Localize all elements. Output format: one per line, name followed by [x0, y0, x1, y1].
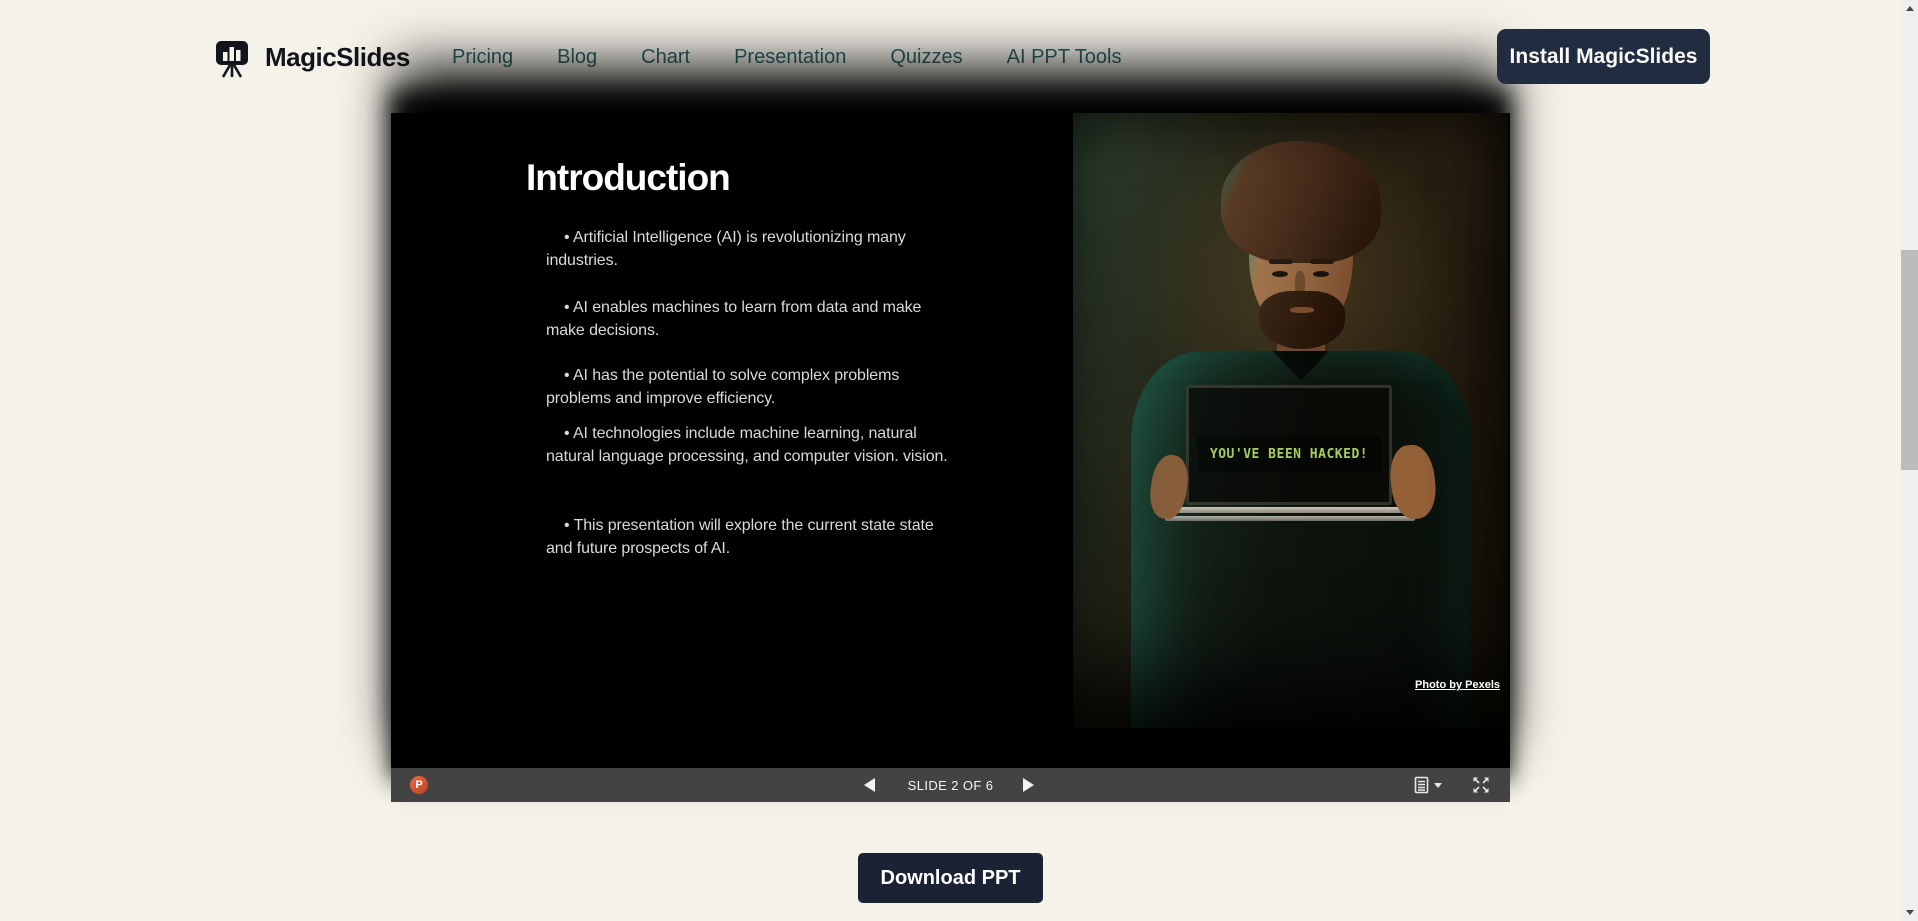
scroll-down-arrow[interactable] — [1901, 904, 1918, 921]
chevron-down-icon — [1434, 782, 1442, 788]
slide-menu-button[interactable] — [1414, 776, 1442, 794]
slide-canvas: Introduction Artificial Intelligence (AI… — [391, 113, 1510, 768]
photo-credit-link[interactable]: Photo by Pexels — [1415, 679, 1500, 691]
slide-bullet: This presentation will explore the curre… — [546, 514, 958, 560]
up-triangle-icon — [1905, 6, 1914, 11]
person-mouth — [1290, 307, 1314, 313]
person-eye — [1313, 271, 1329, 277]
person-eyebrow — [1310, 259, 1334, 264]
left-arrow-icon — [863, 778, 875, 792]
person-hair — [1221, 141, 1381, 263]
nav-pricing[interactable]: Pricing — [452, 46, 513, 69]
slide-list-icon — [1414, 776, 1429, 794]
next-slide-button[interactable] — [1023, 777, 1037, 793]
slide-text-block: Introduction Artificial Intelligence (AI… — [526, 157, 971, 560]
slide-status: SLIDE 2 OF 6 — [907, 777, 994, 793]
player-controls: P SLIDE 2 OF 6 — [391, 768, 1510, 802]
slide-photo-hacker: YOU'VE BEEN HACKED! Photo by Pexels — [1073, 113, 1508, 728]
nav-chart[interactable]: Chart — [641, 46, 690, 69]
hacked-message: YOU'VE BEEN HACKED! — [1209, 446, 1369, 462]
brand-logo[interactable]: MagicSlides — [213, 0, 410, 115]
magicslides-logo-icon — [216, 40, 248, 78]
nav-quizzes[interactable]: Quizzes — [890, 46, 962, 69]
nav-blog[interactable]: Blog — [557, 46, 597, 69]
nav-presentation[interactable]: Presentation — [734, 46, 846, 69]
slide-bullet: AI technologies include machine learning… — [546, 422, 958, 468]
laptop-screen: YOU'VE BEEN HACKED! — [1186, 385, 1392, 505]
download-ppt-button[interactable]: Download PPT — [858, 853, 1043, 903]
hacked-message-bar: YOU'VE BEEN HACKED! — [1197, 436, 1381, 472]
person-beard — [1259, 291, 1345, 349]
slide-nav-group: SLIDE 2 OF 6 — [391, 768, 1510, 802]
nav-ai-ppt-tools[interactable]: AI PPT Tools — [1007, 46, 1122, 69]
person-eyebrow — [1269, 259, 1293, 264]
slide-player: Introduction Artificial Intelligence (AI… — [391, 113, 1510, 802]
page-scrollbar[interactable] — [1901, 0, 1918, 921]
slide-bullet: AI has the potential to solve complex pr… — [546, 364, 958, 410]
brand-name: MagicSlides — [265, 42, 410, 72]
laptop-base — [1173, 507, 1408, 513]
main-nav: Pricing Blog Chart Presentation Quizzes … — [452, 0, 1122, 115]
install-magicslides-button[interactable]: Install MagicSlides — [1497, 29, 1710, 84]
scrollbar-thumb[interactable] — [1901, 250, 1918, 470]
laptop-base — [1165, 516, 1415, 521]
person-eye — [1272, 271, 1288, 277]
slide-bullet: Artificial Intelligence (AI) is revoluti… — [546, 226, 958, 272]
fullscreen-button[interactable] — [1472, 776, 1490, 794]
right-arrow-icon — [1023, 778, 1035, 792]
down-triangle-icon — [1905, 910, 1914, 915]
player-tools — [1414, 768, 1490, 802]
scroll-up-arrow[interactable] — [1901, 0, 1918, 17]
slide-title: Introduction — [526, 157, 731, 198]
prev-slide-button[interactable] — [863, 777, 878, 793]
page: MagicSlides Pricing Blog Chart Presentat… — [0, 0, 1918, 921]
slide-bullet: AI enables machines to learn from data a… — [546, 296, 958, 342]
expand-icon — [1473, 777, 1489, 793]
site-header: MagicSlides Pricing Blog Chart Presentat… — [0, 0, 1901, 115]
